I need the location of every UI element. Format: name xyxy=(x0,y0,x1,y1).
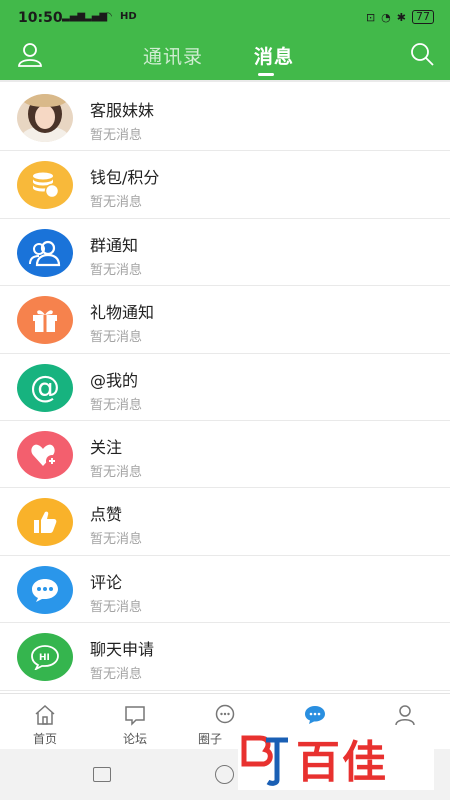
list-item-group-notice[interactable]: 群通知 暂无消息 xyxy=(0,218,450,287)
list-item-gift-notice[interactable]: 礼物通知 暂无消息 xyxy=(0,286,450,354)
list-item-likes[interactable]: 点赞 暂无消息 xyxy=(0,488,450,556)
home-button[interactable] xyxy=(215,765,234,784)
signal-icon: ▂▄▆ xyxy=(62,11,86,22)
avatar: @ xyxy=(17,363,73,412)
list-item-customer-service[interactable]: 客服妹妹 暂无消息 xyxy=(0,84,450,152)
item-subtitle: 暂无消息 xyxy=(90,667,143,683)
item-subtitle: 暂无消息 xyxy=(90,599,143,615)
watermark-text: 百佳 xyxy=(296,737,388,788)
recent-apps-button[interactable] xyxy=(93,767,111,782)
avatar xyxy=(17,94,73,142)
item-subtitle: 暂无消息 xyxy=(90,397,143,413)
group-icon xyxy=(29,240,61,266)
item-title: 客服妹妹 xyxy=(90,101,155,120)
lock-icon: ⊡ xyxy=(365,10,376,24)
wifi-icon: ◠ xyxy=(104,11,112,22)
alarm-icon: ◔ xyxy=(381,10,391,24)
item-subtitle: 暂无消息 xyxy=(90,532,143,548)
at-icon: @ xyxy=(30,370,60,406)
status-time: 10:50 xyxy=(18,10,63,26)
coins-icon xyxy=(33,172,60,199)
item-title: 关注 xyxy=(90,437,123,457)
avatar xyxy=(17,498,73,547)
battery-icon: 77 xyxy=(412,10,434,24)
avatar-photo-icon xyxy=(17,94,73,142)
list-item-wallet[interactable]: 钱包/积分 暂无消息 xyxy=(0,151,450,219)
watermark: 百佳 xyxy=(238,726,434,790)
hi-bubble-icon: HI xyxy=(31,645,59,671)
item-title: 群通知 xyxy=(90,235,139,255)
avatar xyxy=(17,161,73,210)
item-title: 评论 xyxy=(90,572,123,592)
avatar xyxy=(17,228,73,277)
list-item-follow[interactable]: 关注 暂无消息 xyxy=(0,420,450,489)
item-title: 聊天申请 xyxy=(90,640,155,660)
list-item-chat-request[interactable]: HI 聊天申请 暂无消息 xyxy=(0,623,450,691)
tab-messages[interactable]: 消息 xyxy=(254,42,294,69)
active-tab-indicator xyxy=(258,73,274,76)
nav-label: 首页 xyxy=(32,732,57,746)
message-icon xyxy=(305,706,325,724)
list-item-comments[interactable]: 评论 暂无消息 xyxy=(0,555,450,624)
item-subtitle: 暂无消息 xyxy=(90,330,143,346)
header-divider xyxy=(0,80,450,82)
circle-chat-icon xyxy=(215,704,235,724)
watermark-logo-icon xyxy=(241,735,288,786)
comment-icon xyxy=(32,578,58,602)
item-subtitle: 暂无消息 xyxy=(90,195,143,211)
thumbs-up-icon xyxy=(34,511,57,534)
list-item-mentions[interactable]: @ @我的 暂无消息 xyxy=(0,353,450,421)
gift-icon xyxy=(33,310,57,333)
item-subtitle: 暂无消息 xyxy=(90,262,143,278)
hd-icon: HD xyxy=(120,11,137,22)
status-right-icons: ⊡ ◔ ✱ 77 xyxy=(366,10,434,24)
item-title: 点赞 xyxy=(90,505,123,525)
item-title: 钱包/积分 xyxy=(90,168,160,188)
forum-icon xyxy=(125,706,145,726)
item-subtitle: 暂无消息 xyxy=(90,464,143,480)
user-icon[interactable] xyxy=(16,40,44,68)
bluetooth-icon: ✱ xyxy=(396,10,406,24)
item-subtitle: 暂无消息 xyxy=(90,128,143,143)
avatar xyxy=(17,430,73,479)
item-title: 礼物通知 xyxy=(90,303,155,323)
home-icon xyxy=(35,704,55,725)
heart-plus-icon xyxy=(31,444,58,467)
avatar xyxy=(17,296,73,345)
app-header: 通讯录 消息 xyxy=(0,36,450,82)
avatar xyxy=(17,565,73,614)
message-list: 客服妹妹 暂无消息 钱包/积分 暂无消息 群通知 暂无消息 礼物通知 暂无消息 … xyxy=(0,84,450,691)
avatar: HI xyxy=(17,633,73,682)
svg-text:HI: HI xyxy=(39,653,50,663)
profile-icon xyxy=(395,705,415,726)
item-title: @我的 xyxy=(90,370,139,390)
nav-home[interactable]: 首页 xyxy=(0,694,90,749)
tab-contacts[interactable]: 通讯录 xyxy=(143,42,203,69)
status-bar: 10:50 ▂▄▆ ▂▄▆ ◠ HD ⊡ ◔ ✱ 77 xyxy=(0,0,450,36)
search-icon[interactable] xyxy=(408,40,436,68)
